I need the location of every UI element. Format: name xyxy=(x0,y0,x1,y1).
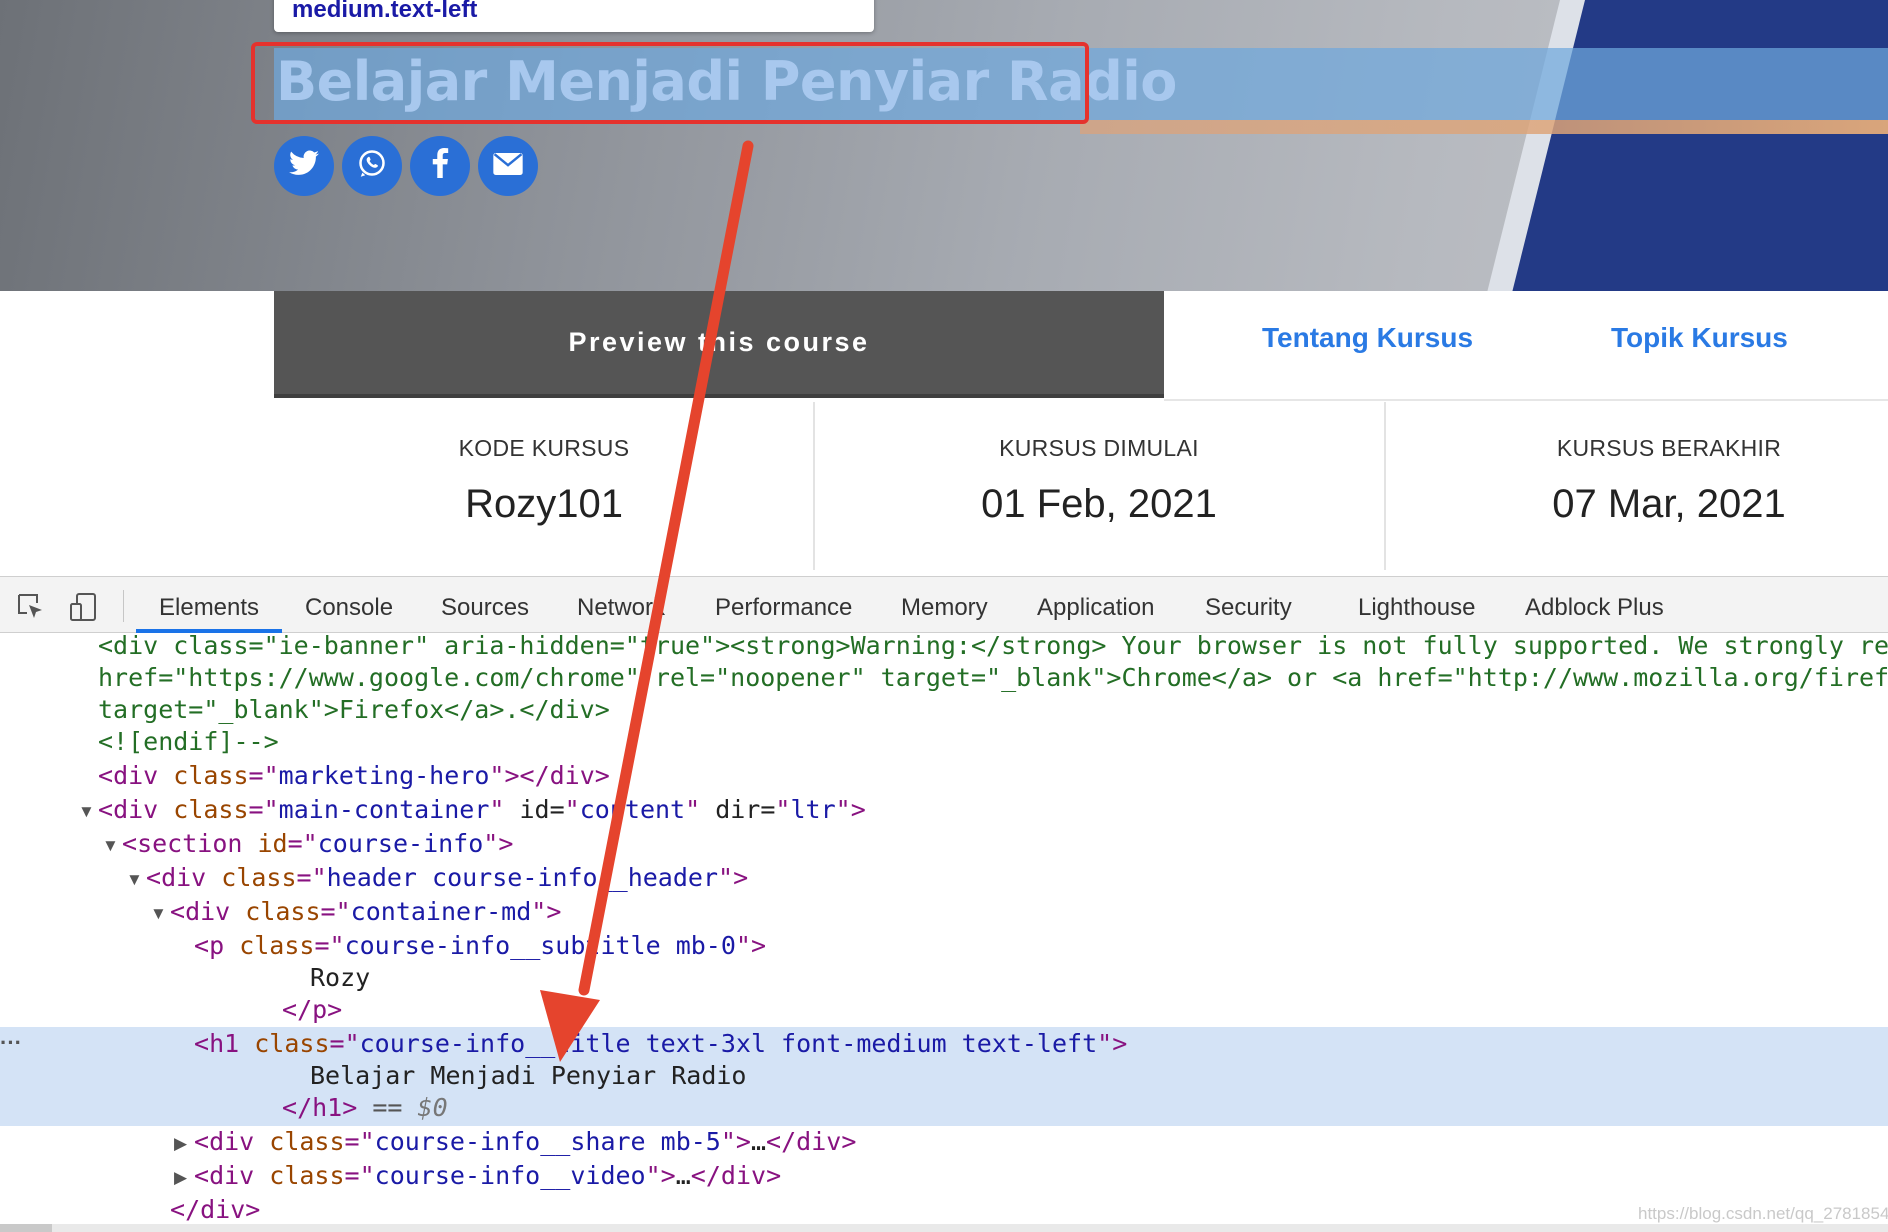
dom-node-line[interactable]: <div class="course-info__video">…</div> xyxy=(0,1159,1888,1193)
dom-node-text: <section id="course-info"> xyxy=(122,829,514,858)
share-twitter-button[interactable] xyxy=(274,136,334,196)
info-value: 01 Feb, 2021 xyxy=(981,482,1217,526)
dom-node-line[interactable]: <![endif]--> xyxy=(0,725,1888,759)
nav-divider xyxy=(1164,399,1888,401)
dom-node-text: </p> xyxy=(282,995,343,1024)
dom-node-line[interactable]: <div class="course-info__share mb-5">…</… xyxy=(0,1125,1888,1159)
tab-topik-kursus[interactable]: Topik Kursus xyxy=(1611,322,1788,354)
dom-node-text: <![endif]--> xyxy=(98,727,279,756)
dom-node-text: <h1 class="course-info__title text-3xl f… xyxy=(194,1029,1128,1058)
tab-elements[interactable]: Elements xyxy=(159,594,259,622)
dom-node-line[interactable]: <div class="marketing-hero"></div> xyxy=(0,759,1888,793)
dom-node-line[interactable]: <div class="ie-banner" aria-hidden="true… xyxy=(0,629,1888,663)
dom-node-line[interactable]: <section id="course-info"> xyxy=(0,827,1888,861)
dom-node-line[interactable]: </h1> == $0 xyxy=(0,1091,1888,1125)
dom-node-text: <div class="ie-banner" aria-hidden="true… xyxy=(98,631,1888,660)
whatsapp-icon xyxy=(357,148,387,185)
dom-node-line[interactable]: <div class="main-container" id="content"… xyxy=(0,793,1888,827)
dom-node-text: <div class="main-container" id="content"… xyxy=(98,795,866,824)
preview-course-button[interactable]: Preview this course xyxy=(274,291,1164,398)
dom-node-line[interactable]: href="https://www.google.com/chrome" rel… xyxy=(0,661,1888,695)
dom-node-text: target="_blank">Firefox</a>.</div> xyxy=(98,695,610,724)
tab-network[interactable]: Network xyxy=(577,594,665,622)
dom-node-text: Rozy xyxy=(310,963,371,992)
watermark: https://blog.csdn.net/qq_27818541 xyxy=(1638,1204,1888,1223)
info-card-kode: KODE KURSUS Rozy101 xyxy=(274,402,814,570)
info-card-dimulai: KURSUS DIMULAI 01 Feb, 2021 xyxy=(815,402,1383,570)
dom-node-line[interactable]: <p class="course-info__subtitle mb-0"> xyxy=(0,929,1888,963)
dom-node-line[interactable]: </p> xyxy=(0,993,1888,1027)
dom-node-line[interactable]: <h1 class="course-info__title text-3xl f… xyxy=(0,1027,1888,1061)
annotation-outline xyxy=(251,42,1089,124)
twitter-icon xyxy=(289,149,319,183)
inspect-tooltip: medium.text-left xyxy=(274,0,874,32)
devtools-scrollbar-thumb[interactable] xyxy=(0,1224,52,1232)
dom-node-line[interactable]: target="_blank">Firefox</a>.</div> xyxy=(0,693,1888,727)
info-label: KODE KURSUS xyxy=(458,435,630,461)
tab-application[interactable]: Application xyxy=(1037,594,1154,622)
dom-node-line[interactable]: <div class="header course-info__header"> xyxy=(0,861,1888,895)
toolbar-separator xyxy=(123,590,124,622)
course-hero: Belajar Menjadi Penyiar Radio xyxy=(0,0,1888,291)
info-value: 07 Mar, 2021 xyxy=(1552,482,1786,526)
inspect-element-icon[interactable] xyxy=(16,592,46,622)
tab-console[interactable]: Console xyxy=(305,594,393,622)
more-options-icon[interactable]: ··· xyxy=(0,1030,22,1056)
dom-node-text: <div class="course-info__share mb-5">…</… xyxy=(194,1127,857,1156)
dom-node-line[interactable]: <div class="container-md"> xyxy=(0,895,1888,929)
devtools-scrollbar-track[interactable] xyxy=(0,1224,1888,1232)
share-email-button[interactable] xyxy=(478,136,538,196)
expand-triangle-icon[interactable]: ▶ xyxy=(174,1168,187,1188)
dom-node-line[interactable]: </div> xyxy=(0,1193,1888,1227)
facebook-icon xyxy=(431,147,449,185)
expand-triangle-icon[interactable]: ▶ xyxy=(174,1134,187,1154)
tab-tentang-kursus[interactable]: Tentang Kursus xyxy=(1262,322,1473,354)
dom-node-text: href="https://www.google.com/chrome" rel… xyxy=(98,663,1888,692)
info-label: KURSUS DIMULAI xyxy=(999,435,1199,461)
dom-node-text: </div> xyxy=(170,1195,261,1224)
info-label: KURSUS BERAKHIR xyxy=(1556,435,1782,461)
tab-security[interactable]: Security xyxy=(1205,594,1292,622)
share-whatsapp-button[interactable] xyxy=(342,136,402,196)
dom-node-text: <div class="container-md"> xyxy=(170,897,562,926)
info-card-berakhir: KURSUS BERAKHIR 07 Mar, 2021 xyxy=(1386,402,1888,570)
dom-node-text: <div class="header course-info__header"> xyxy=(146,863,749,892)
collapse-triangle-icon[interactable]: ▼ xyxy=(102,836,119,856)
tab-memory[interactable]: Memory xyxy=(901,594,988,622)
tab-performance[interactable]: Performance xyxy=(715,594,852,622)
dom-node-text: </h1> == $0 xyxy=(282,1093,448,1122)
tab-adblock-plus[interactable]: Adblock Plus xyxy=(1525,594,1664,622)
dom-node-line[interactable]: Rozy xyxy=(0,961,1888,995)
tab-sources[interactable]: Sources xyxy=(441,594,529,622)
dom-node-text: <p class="course-info__subtitle mb-0"> xyxy=(194,931,767,960)
tooltip-arrow xyxy=(570,20,598,32)
tab-lighthouse[interactable]: Lighthouse xyxy=(1358,594,1475,622)
dom-node-line[interactable]: Belajar Menjadi Penyiar Radio xyxy=(0,1059,1888,1093)
collapse-triangle-icon[interactable]: ▼ xyxy=(78,802,95,822)
envelope-icon xyxy=(493,150,523,182)
share-facebook-button[interactable] xyxy=(410,136,470,196)
tooltip-text: medium.text-left xyxy=(292,0,478,23)
dom-node-text: Belajar Menjadi Penyiar Radio xyxy=(310,1061,747,1090)
collapse-triangle-icon[interactable]: ▼ xyxy=(150,904,167,924)
dom-node-text: <div class="course-info__video">…</div> xyxy=(194,1161,782,1190)
inspect-margin-overlay xyxy=(1080,120,1888,134)
info-value: Rozy101 xyxy=(465,482,623,526)
device-toolbar-icon[interactable] xyxy=(68,592,98,622)
collapse-triangle-icon[interactable]: ▼ xyxy=(126,870,143,890)
dom-node-text: <div class="marketing-hero"></div> xyxy=(98,761,610,790)
